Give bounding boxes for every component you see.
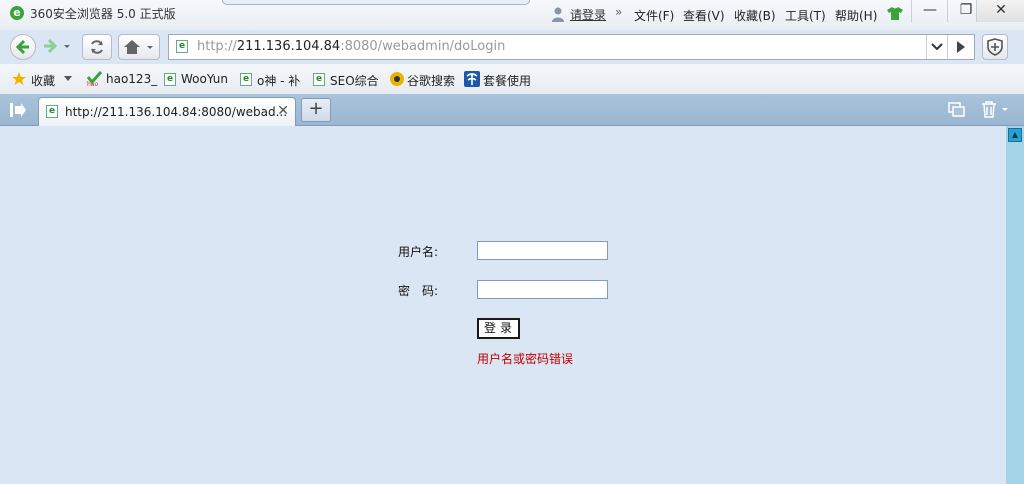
favorites-menu[interactable]: 收藏 <box>31 72 55 89</box>
forward-button[interactable] <box>38 34 76 60</box>
login-submit-button[interactable]: 登录 <box>477 318 520 339</box>
username-label: 用户名: <box>398 245 439 259</box>
menu-favorites[interactable]: 收藏(B) <box>734 7 776 24</box>
close-window-button[interactable]: ✕ <box>976 0 1024 22</box>
menu-help[interactable]: 帮助(H) <box>835 7 877 24</box>
address-bar[interactable]: e http://211.136.104.84:8080/webadmin/do… <box>168 34 975 60</box>
vertical-scrollbar[interactable] <box>1006 126 1024 484</box>
osen-favicon-icon: e <box>240 73 252 86</box>
navigation-bar: e http://211.136.104.84:8080/webadmin/do… <box>0 30 1024 64</box>
minimize-button[interactable]: — <box>911 0 948 22</box>
login-link[interactable]: 请登录 <box>570 6 606 23</box>
browser-logo-icon: e <box>10 6 24 20</box>
app-title: 360安全浏览器 5.0 正式版 <box>30 7 176 21</box>
star-icon <box>12 72 26 85</box>
bookmark-google-search[interactable]: 谷歌搜索 <box>407 72 455 89</box>
tab-active[interactable]: e http://211.136.104.84:8080/webad... ✕ <box>38 97 296 126</box>
user-icon[interactable] <box>551 6 565 22</box>
address-url[interactable]: http://211.136.104.84:8080/webadmin/doLo… <box>197 39 505 54</box>
back-button[interactable] <box>10 34 36 60</box>
window-list-icon[interactable] <box>948 102 966 118</box>
menu-tools[interactable]: 工具(T) <box>785 7 826 24</box>
bookmark-seo[interactable]: SEO综合 <box>330 72 379 89</box>
address-dropdown-button[interactable] <box>926 35 947 59</box>
bookmark-hao123[interactable]: hao123_ <box>106 72 157 86</box>
arrow-left-icon <box>15 39 29 55</box>
password-label: 密 码: <box>398 284 439 298</box>
tab-bar: e http://211.136.104.84:8080/webad... ✕ … <box>0 94 1024 126</box>
page-favicon-icon: e <box>176 40 188 53</box>
chevron-down-icon <box>931 43 943 51</box>
bookmark-osen[interactable]: o神 - 补 <box>257 72 300 89</box>
error-message: 用户名或密码错误 <box>477 352 574 366</box>
skin-shirt-icon[interactable] <box>887 7 903 20</box>
url-prefix: http:// <box>197 39 237 54</box>
scroll-up-arrow-icon[interactable]: ▲ <box>1008 128 1022 142</box>
url-path: :8080/webadmin/doLogin <box>340 39 506 54</box>
tab-title: http://211.136.104.84:8080/webad... <box>65 105 288 119</box>
sidebar-toggle-icon[interactable] <box>10 103 26 117</box>
hao123-logo-icon: hao <box>86 71 103 87</box>
seo-favicon-icon: e <box>313 73 325 86</box>
refresh-icon <box>91 40 103 54</box>
wooyun-favicon-icon: e <box>164 73 176 86</box>
shield-icon <box>987 38 1003 56</box>
title-bar: e 360安全浏览器 5.0 正式版 请登录 » 文件(F) 查看(V) 收藏(… <box>0 0 1024 30</box>
password-input[interactable] <box>477 280 608 299</box>
menu-file[interactable]: 文件(F) <box>634 7 674 24</box>
trash-icon[interactable] <box>980 100 1008 118</box>
menu-view[interactable]: 查看(V) <box>683 7 725 24</box>
title-search-notch[interactable] <box>222 0 530 5</box>
caret-down-icon[interactable] <box>64 76 72 82</box>
page-content <box>0 126 1006 484</box>
tab-favicon-icon: e <box>46 105 58 118</box>
refresh-button[interactable] <box>82 34 112 60</box>
telecom-logo-icon <box>464 71 480 87</box>
arrow-right-icon <box>44 38 70 54</box>
home-icon <box>124 40 153 54</box>
url-host: 211.136.104.84 <box>236 39 341 54</box>
go-button[interactable] <box>947 35 974 59</box>
security-button[interactable] <box>982 34 1008 60</box>
google-search-icon <box>390 72 404 86</box>
username-input[interactable] <box>477 241 608 260</box>
tab-close-button[interactable]: ✕ <box>277 103 289 119</box>
bookmark-wooyun[interactable]: WooYun <box>181 72 228 86</box>
new-tab-button[interactable]: + <box>301 98 331 122</box>
bookmarks-bar: 收藏 hao hao123_ e WooYun e o神 - 补 e SEO综合… <box>0 64 1024 94</box>
double-chevron-icon[interactable]: » <box>615 5 622 19</box>
play-arrow-icon <box>957 41 965 53</box>
bookmark-package-usage[interactable]: 套餐使用 <box>483 72 531 89</box>
home-button[interactable] <box>118 34 160 60</box>
svg-text:hao: hao <box>87 81 98 87</box>
